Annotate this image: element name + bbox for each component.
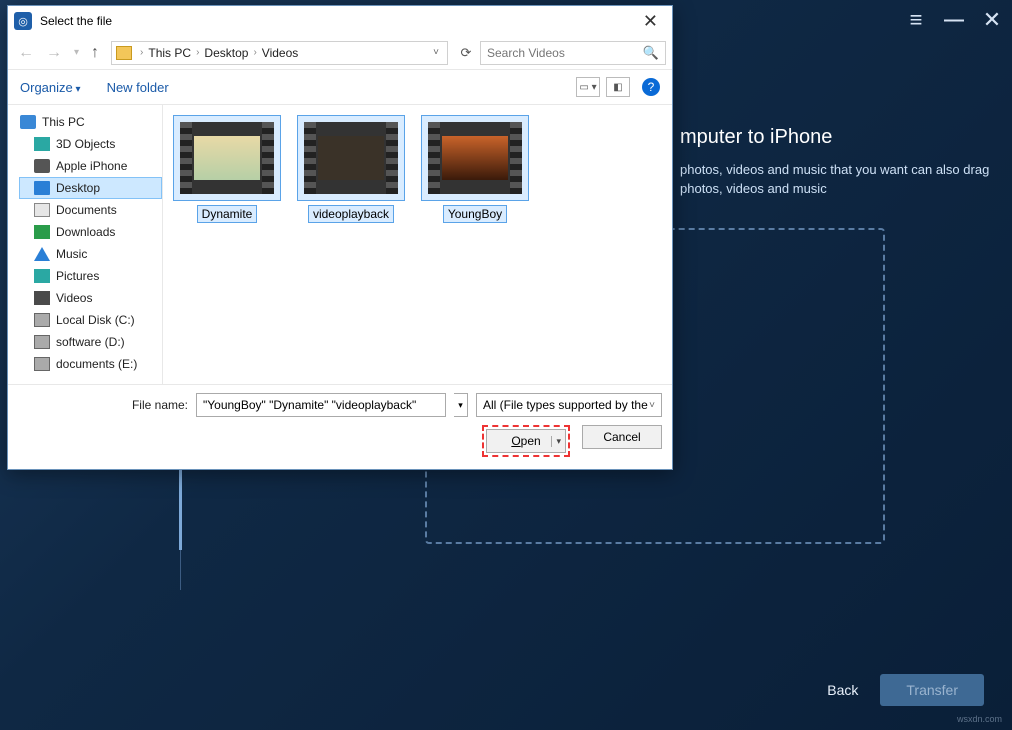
nav-up-button[interactable]: ↑	[87, 42, 103, 64]
page-title: mputer to iPhone	[680, 126, 832, 149]
watermark: wsxdn.com	[957, 714, 1002, 724]
back-button[interactable]: Back	[827, 682, 858, 698]
tree-desktop[interactable]: Desktop	[19, 177, 162, 199]
tree-pictures[interactable]: Pictures	[20, 265, 162, 287]
dialog-close-button[interactable]: ✕	[635, 11, 666, 32]
search-box[interactable]: 🔍	[480, 41, 666, 65]
file-item-youngboy[interactable]: YoungBoy	[421, 115, 529, 223]
breadcrumb-thispc[interactable]: This PC	[145, 46, 194, 60]
chevron-right-icon: ›	[138, 47, 145, 58]
organize-menu[interactable]: Organize	[20, 80, 81, 95]
nav-back-button[interactable]: ←	[14, 42, 38, 64]
tree-localdisk-c[interactable]: Local Disk (C:)	[20, 309, 162, 331]
tree-software-d[interactable]: software (D:)	[20, 331, 162, 353]
file-item-dynamite[interactable]: Dynamite	[173, 115, 281, 223]
breadcrumb-videos[interactable]: Videos	[259, 46, 301, 60]
chevron-down-icon: ˅	[649, 400, 655, 411]
tree-downloads[interactable]: Downloads	[20, 221, 162, 243]
nav-tree[interactable]: This PC 3D Objects Apple iPhone Desktop …	[8, 105, 163, 384]
breadcrumb-desktop[interactable]: Desktop	[201, 46, 251, 60]
help-button[interactable]: ?	[642, 78, 660, 96]
view-mode-button[interactable]: ▭ ▾	[576, 77, 600, 97]
search-icon: 🔍	[643, 45, 659, 61]
new-folder-button[interactable]: New folder	[107, 80, 169, 95]
search-input[interactable]	[481, 46, 665, 60]
filename-history-dropdown[interactable]: ▾	[454, 393, 468, 417]
filetype-dropdown[interactable]: All (File types supported by the ˅	[476, 393, 662, 417]
tree-music[interactable]: Music	[20, 243, 162, 265]
tree-documents-e[interactable]: documents (E:)	[20, 353, 162, 375]
file-dialog: ◎ Select the file ✕ ← → ▾ ↑ › This PC › …	[7, 5, 673, 470]
preview-pane-button[interactable]: ◧	[606, 77, 630, 97]
transfer-button[interactable]: Transfer	[880, 674, 984, 706]
refresh-button[interactable]: ⟳	[456, 45, 476, 61]
chevron-right-icon: ›	[194, 47, 201, 58]
tree-videos[interactable]: Videos	[20, 287, 162, 309]
app-icon: ◎	[14, 12, 32, 30]
dialog-title: Select the file	[40, 14, 635, 28]
nav-history-dropdown[interactable]: ▾	[70, 45, 83, 60]
chevron-right-icon: ›	[251, 47, 258, 58]
file-list[interactable]: Dynamite videoplayback YoungBoy	[163, 105, 672, 384]
filetype-value: All (File types supported by the	[483, 398, 648, 412]
folder-icon	[116, 46, 132, 60]
app-close-button[interactable]: ✕	[980, 8, 1004, 32]
filename-input[interactable]	[196, 393, 446, 417]
file-label: YoungBoy	[443, 205, 507, 223]
tree-iphone[interactable]: Apple iPhone	[20, 155, 162, 177]
cancel-button[interactable]: Cancel	[582, 425, 662, 449]
address-bar[interactable]: › This PC › Desktop › Videos ˅	[111, 41, 448, 65]
open-button[interactable]: Open	[486, 429, 566, 453]
file-label: videoplayback	[308, 205, 394, 223]
minimize-button[interactable]: —	[942, 8, 966, 32]
tree-documents[interactable]: Documents	[20, 199, 162, 221]
tree-thispc[interactable]: This PC	[20, 111, 162, 133]
menu-icon[interactable]	[904, 8, 928, 32]
page-description: photos, videos and music that you want c…	[680, 160, 990, 198]
nav-forward-button: →	[42, 42, 66, 64]
open-button-highlight: Open	[482, 425, 570, 457]
file-item-videoplayback[interactable]: videoplayback	[297, 115, 405, 223]
filename-label: File name:	[18, 398, 188, 412]
file-label: Dynamite	[197, 205, 258, 223]
tree-3dobjects[interactable]: 3D Objects	[20, 133, 162, 155]
address-dropdown[interactable]: ˅	[429, 47, 443, 58]
